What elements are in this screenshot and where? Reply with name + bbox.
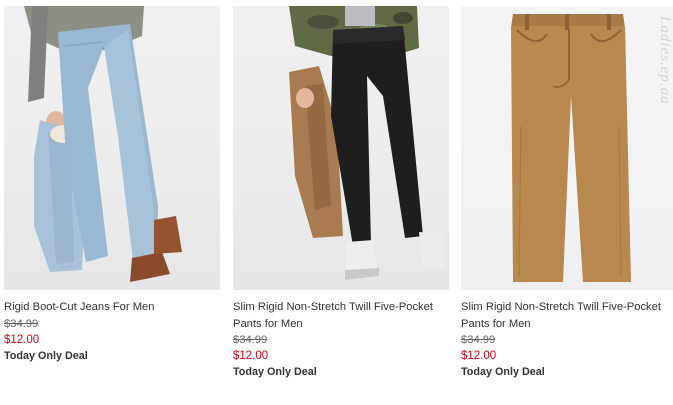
product-image-boot-cut-jeans[interactable]	[4, 6, 220, 290]
original-price: $34.99	[461, 334, 496, 346]
sale-price: $12.00	[461, 350, 497, 362]
product-name-link[interactable]: Slim Rigid Non-Stretch Twill Five-Pocket…	[233, 299, 449, 332]
product-image-slim-tan-twill[interactable]: Ladies.ep.aa	[461, 6, 673, 290]
product-card[interactable]: Ladies.ep.aa Slim Rigid Non-Stretch Twil…	[461, 6, 673, 380]
product-card[interactable]: Slim Rigid Non-Stretch Twill Five-Pocket…	[233, 6, 449, 380]
watermark-text: Ladies.ep.aa	[657, 16, 673, 105]
deal-badge: Today Only Deal	[4, 349, 88, 362]
sale-price: $12.00	[4, 333, 40, 346]
product-name-link[interactable]: Rigid Boot-Cut Jeans For Men	[4, 299, 220, 316]
original-price: $34.99	[233, 334, 268, 346]
model-in-black-pants-illustration	[289, 6, 445, 280]
product-image-slim-black-twill[interactable]	[233, 6, 449, 290]
product-card[interactable]: Rigid Boot-Cut Jeans For Men $34.99 $12.…	[4, 6, 220, 364]
tan-pants-flatlay-illustration	[511, 14, 631, 282]
deal-badge: Today Only Deal	[233, 366, 317, 378]
product-name-link[interactable]: Slim Rigid Non-Stretch Twill Five-Pocket…	[461, 299, 673, 332]
original-price: $34.99	[4, 317, 39, 330]
model-in-light-jeans-illustration	[24, 6, 182, 282]
deal-badge: Today Only Deal	[461, 366, 545, 378]
sale-price: $12.00	[233, 350, 269, 362]
